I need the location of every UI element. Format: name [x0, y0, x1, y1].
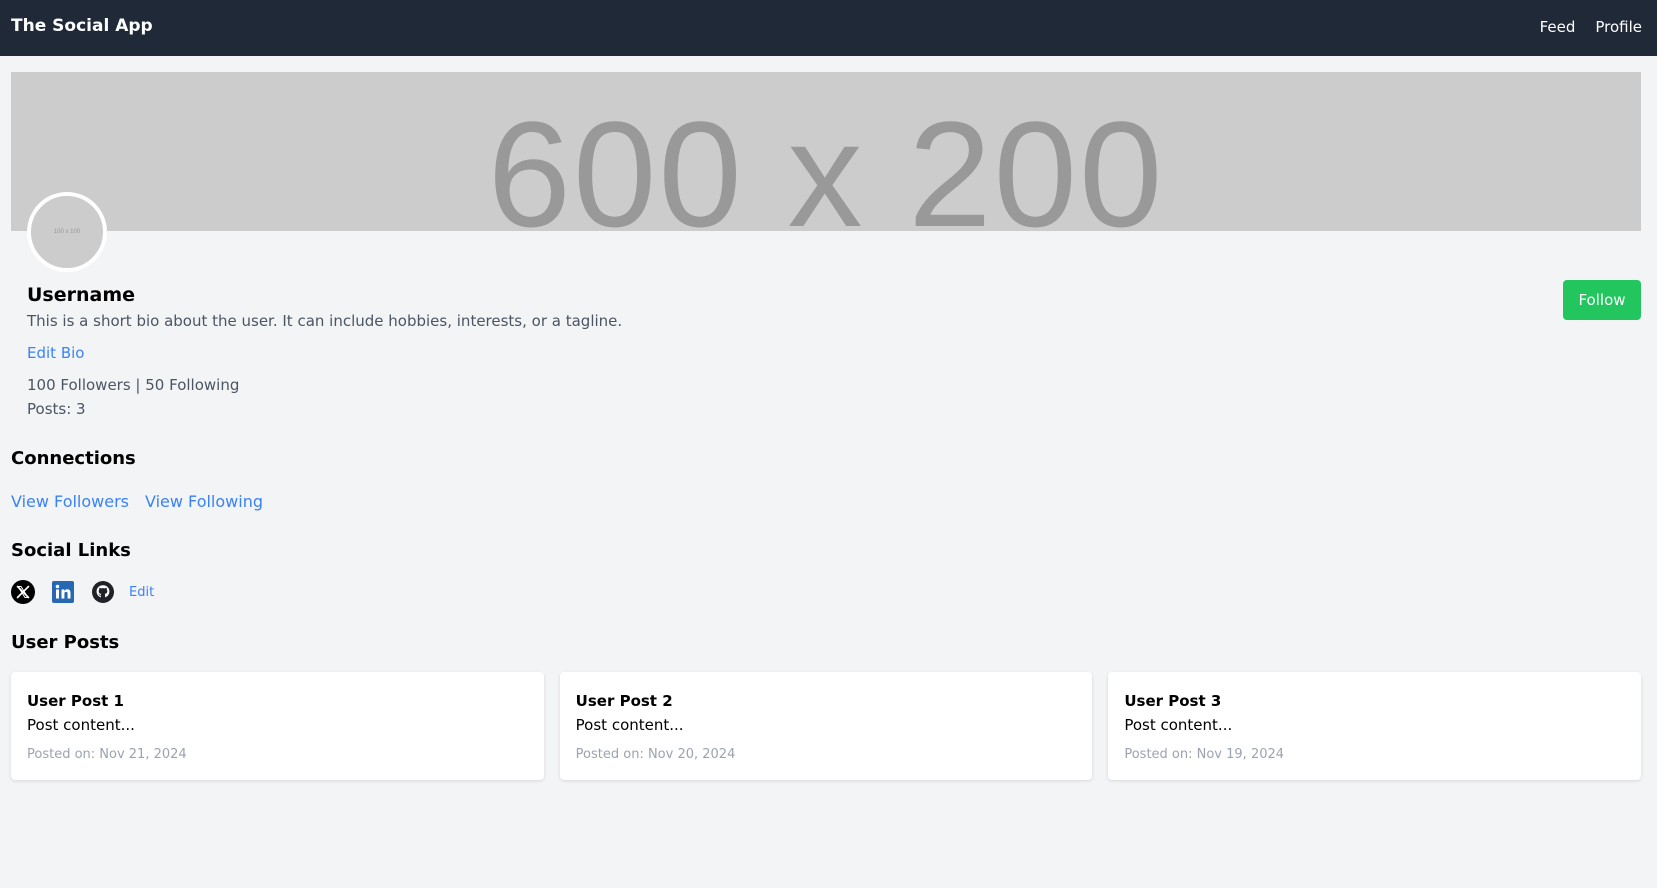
cover-image: 600 x 200: [11, 72, 1641, 231]
social-links-heading: Social Links: [11, 540, 131, 561]
post-title: User Post 3: [1124, 692, 1222, 710]
nav-link-feed[interactable]: Feed: [1540, 18, 1576, 36]
post-title: User Post 1: [27, 692, 124, 710]
social-links: Edit: [11, 580, 154, 604]
post-card[interactable]: User Post 3 Post content... Posted on: N…: [1108, 672, 1642, 780]
post-content: Post content...: [575, 716, 684, 734]
post-title: User Post 2: [575, 692, 673, 710]
profile-bio: This is a short bio about the user. It c…: [27, 312, 623, 330]
follow-counts: 100 Followers | 50 Following: [27, 376, 240, 394]
nav-link-profile[interactable]: Profile: [1595, 18, 1642, 36]
post-card[interactable]: User Post 1 Post content... Posted on: N…: [11, 672, 544, 780]
posts-count: Posts: 3: [27, 400, 86, 418]
posts-grid: User Post 1 Post content... Posted on: N…: [11, 672, 1642, 780]
edit-social-links-link[interactable]: Edit: [129, 585, 154, 600]
post-content: Post content...: [27, 716, 135, 734]
follow-button[interactable]: Follow: [1563, 280, 1641, 320]
profile-username: Username: [27, 284, 136, 306]
edit-bio-link[interactable]: Edit Bio: [27, 344, 84, 362]
connections-heading: Connections: [11, 448, 136, 469]
post-card[interactable]: User Post 2 Post content... Posted on: N…: [559, 672, 1093, 780]
post-date: Posted on: Nov 19, 2024: [1124, 747, 1285, 762]
linkedin-icon[interactable]: [51, 580, 75, 604]
app-brand[interactable]: The Social App: [11, 16, 153, 36]
post-date: Posted on: Nov 20, 2024: [575, 747, 736, 762]
cover-placeholder-text: 600 x 200: [487, 90, 1165, 231]
github-icon[interactable]: [91, 580, 115, 604]
avatar-placeholder-text: 100 x 100: [53, 229, 81, 235]
view-followers-link[interactable]: View Followers: [11, 492, 129, 511]
user-posts-heading: User Posts: [11, 632, 120, 653]
connection-links: View Followers View Following: [11, 492, 263, 511]
top-navbar: The Social App Feed Profile: [0, 0, 1657, 56]
x-icon[interactable]: [11, 580, 35, 604]
nav-links: Feed Profile: [1540, 18, 1642, 36]
scrollbar-gutter: [1657, 0, 1665, 888]
post-date: Posted on: Nov 21, 2024: [27, 747, 187, 762]
avatar: 100 x 100: [27, 192, 107, 272]
post-content: Post content...: [1124, 716, 1233, 734]
view-following-link[interactable]: View Following: [145, 492, 263, 511]
